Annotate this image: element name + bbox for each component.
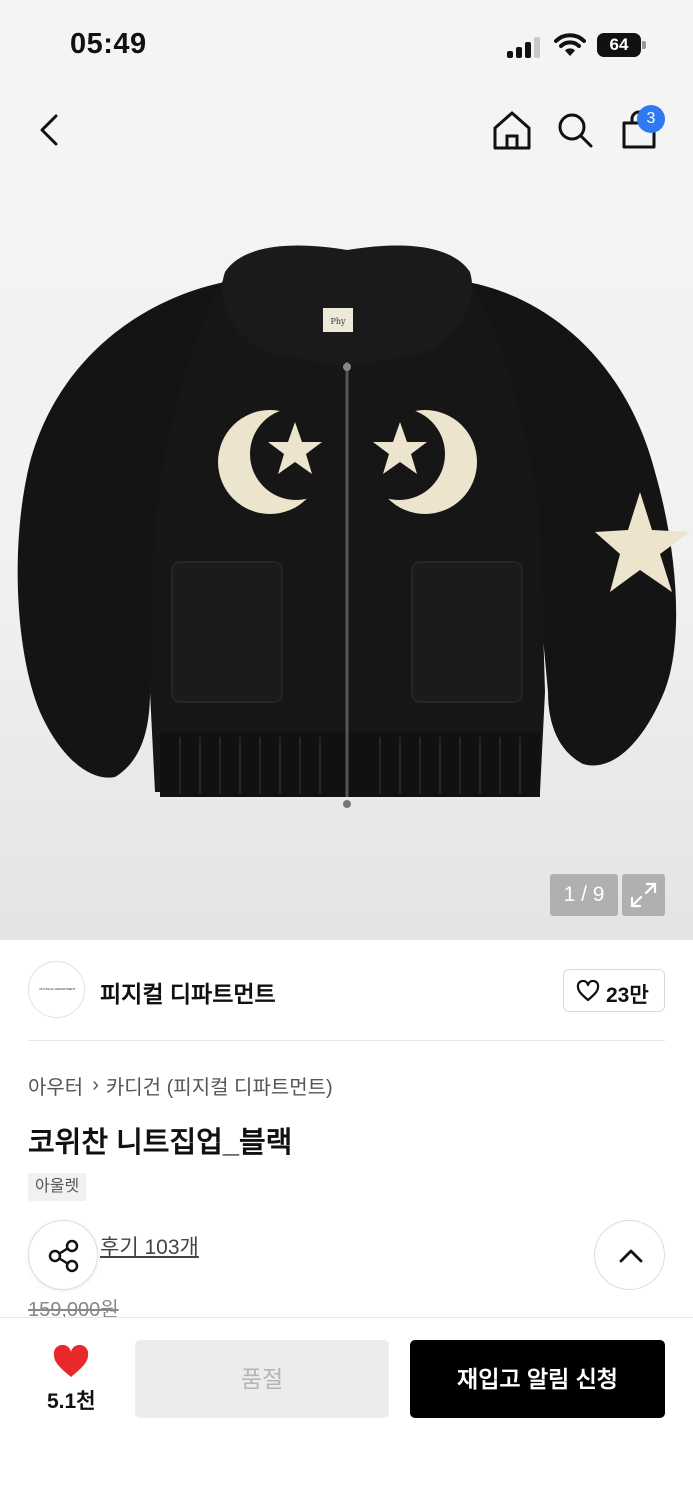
share-icon: [48, 1239, 79, 1273]
outlet-tag: 아울렛: [28, 1173, 87, 1201]
soldout-button[interactable]: 품절: [135, 1340, 389, 1418]
brand-logo[interactable]: PHYSICAL DEPARTMENT: [28, 961, 85, 1018]
heart-filled-icon[interactable]: [52, 1345, 90, 1379]
back-icon[interactable]: [28, 108, 72, 152]
restock-alert-button[interactable]: 재입고 알림 신청: [410, 1340, 665, 1418]
product-image-gallery[interactable]: Phy: [0, 92, 693, 940]
scroll-to-top-button[interactable]: [594, 1220, 665, 1290]
divider: [28, 1040, 665, 1041]
cellular-signal-icon: [507, 36, 543, 58]
like-count: 5.1천: [47, 1390, 96, 1413]
brand-logo-text: PHYSICAL DEPARTMENT: [39, 987, 76, 991]
image-page-counter: 1 / 9: [550, 874, 618, 916]
brand-name[interactable]: 피지컬 디파트먼트: [100, 975, 276, 1009]
product-title: 코위찬 니트집업_블랙: [28, 1127, 293, 1159]
cart-count-badge: 3: [637, 105, 665, 133]
product-image: Phy: [17, 245, 690, 808]
brand-favorite-button[interactable]: 23만: [563, 969, 665, 1012]
breadcrumb: 아우터 › 카디건 (피지컬 디파트먼트): [28, 1071, 333, 1100]
brand-favorite-count: 23만: [606, 984, 649, 1007]
expand-image-button[interactable]: [622, 874, 665, 916]
review-link[interactable]: 후기 103개: [100, 1231, 199, 1261]
breadcrumb-category[interactable]: 아우터: [28, 1071, 83, 1100]
share-button[interactable]: [28, 1220, 98, 1290]
chevron-right-icon: ›: [92, 1074, 99, 1096]
battery-icon: 64: [597, 33, 647, 57]
breadcrumb-subcategory[interactable]: 카디건 (피지컬 디파트먼트): [106, 1071, 333, 1100]
battery-level: 64: [597, 33, 641, 57]
wifi-icon: [554, 33, 586, 56]
home-icon[interactable]: [490, 108, 534, 152]
expand-icon: [630, 882, 657, 908]
status-time: 05:49: [70, 28, 147, 60]
heart-outline-icon: [576, 980, 600, 1002]
status-bar: 05:49 64: [0, 0, 693, 92]
search-icon[interactable]: [553, 108, 597, 152]
garment-label-text: Phy: [330, 317, 346, 326]
chevron-up-icon: [619, 1249, 643, 1263]
